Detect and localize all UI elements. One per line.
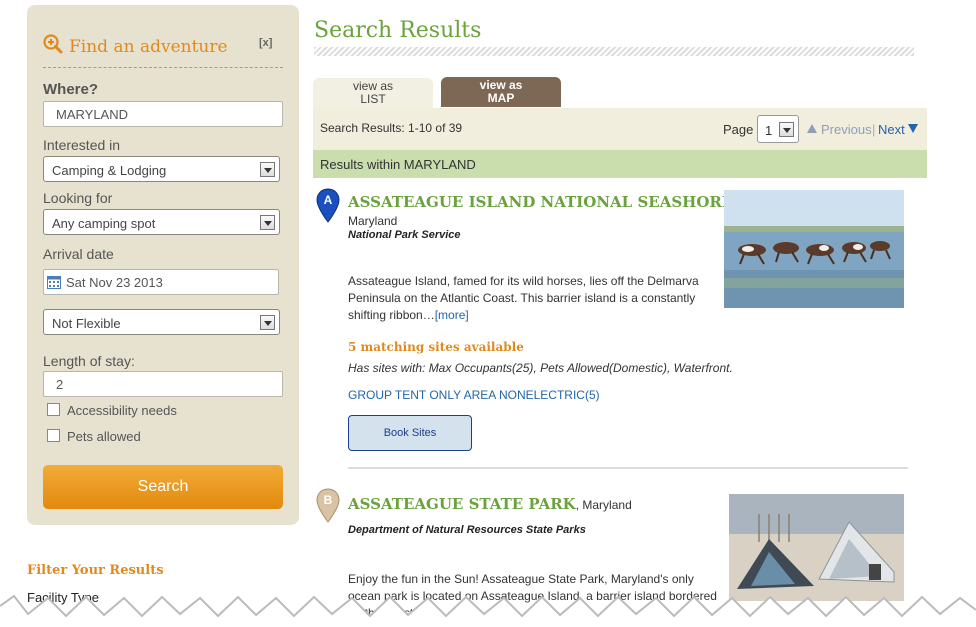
arrival-date-value: Sat Nov 23 2013 — [66, 275, 163, 290]
chevron-down-icon — [260, 215, 275, 230]
chevron-down-icon — [260, 315, 275, 330]
looking-select-value: Any camping spot — [52, 216, 156, 231]
result-photo-tents[interactable] — [729, 494, 904, 601]
torn-page-edge — [0, 594, 976, 627]
result-title-text[interactable]: ASSATEAGUE ISLAND NATIONAL SEASHORE — [348, 193, 733, 211]
site-type-link[interactable]: GROUP TENT ONLY AREA NONELECTRIC(5) — [348, 388, 600, 402]
result-description: Assateague Island, famed for its wild ho… — [348, 273, 716, 324]
more-link[interactable]: [more] — [435, 308, 469, 322]
book-sites-button[interactable]: Book Sites — [348, 415, 472, 451]
title-divider — [43, 67, 283, 68]
interested-select[interactable]: Camping & Lodging — [43, 156, 280, 182]
result-divider — [348, 467, 908, 469]
marker-letter: B — [324, 493, 333, 507]
result-title-link[interactable]: ASSATEAGUE STATE PARK — [348, 495, 576, 513]
chevron-down-icon — [779, 122, 794, 137]
result-title-row: ASSATEAGUE STATE PARK, Maryland — [348, 495, 632, 514]
result-photo-horses[interactable] — [724, 190, 904, 308]
page-select-value: 1 — [765, 123, 773, 138]
map-marker-b-icon[interactable]: B — [316, 488, 340, 524]
flexibility-select-value: Not Flexible — [52, 316, 121, 331]
filter-results-title: Filter Your Results — [27, 563, 164, 578]
result-state: , Maryland — [575, 498, 632, 512]
search-button[interactable]: Search — [43, 465, 283, 509]
previous-link[interactable]: Previous — [821, 122, 872, 137]
zoom-in-icon — [43, 34, 63, 54]
page-select[interactable]: 1 — [757, 115, 799, 143]
interested-label: Interested in — [43, 137, 121, 153]
find-adventure-title: Find an adventure — [69, 37, 228, 57]
arrow-up-icon[interactable] — [807, 124, 817, 133]
tab-map-line2: MAP — [487, 91, 515, 105]
flexibility-select[interactable]: Not Flexible — [43, 309, 280, 335]
where-input[interactable]: MARYLAND — [43, 101, 283, 127]
result-title-link[interactable]: ASSATEAGUE ISLAND NATIONAL SEASHORE, — [348, 193, 737, 211]
accessibility-label: Accessibility needs — [67, 403, 177, 418]
result-description-text: Assateague Island, famed for its wild ho… — [348, 274, 699, 322]
results-within-text: Results within MARYLAND — [320, 157, 476, 172]
site-features: Has sites with: Max Occupants(25), Pets … — [348, 361, 733, 375]
chevron-down-icon — [260, 162, 275, 177]
arrival-label: Arrival date — [43, 246, 114, 262]
pets-label: Pets allowed — [67, 429, 141, 444]
calendar-icon[interactable] — [47, 275, 61, 289]
tab-view-map[interactable]: view as MAP — [441, 77, 561, 107]
pets-checkbox[interactable] — [47, 429, 60, 442]
length-label: Length of stay: — [43, 353, 135, 369]
page-title: Search Results — [314, 18, 482, 43]
arrow-down-icon[interactable] — [908, 124, 918, 133]
marker-letter: A — [324, 193, 333, 207]
close-sidebar-button[interactable]: [x] — [259, 37, 272, 49]
next-link[interactable]: Next — [878, 122, 905, 137]
where-label: Where? — [43, 81, 99, 98]
looking-label: Looking for — [43, 190, 113, 206]
interested-select-value: Camping & Lodging — [52, 163, 167, 178]
tab-list-line2: LIST — [360, 92, 386, 106]
result-agency: National Park Service — [348, 229, 461, 241]
page-label: Page — [723, 122, 754, 137]
matching-sites-count: 5 matching sites available — [348, 340, 524, 354]
tab-view-list[interactable]: view as LIST — [313, 78, 433, 108]
looking-select[interactable]: Any camping spot — [43, 209, 280, 235]
accessibility-checkbox[interactable] — [47, 403, 60, 416]
pager-separator: | — [872, 122, 876, 137]
length-of-stay-input[interactable]: 2 — [43, 371, 283, 397]
heading-underline — [314, 47, 914, 56]
result-count: Search Results: 1-10 of 39 — [320, 121, 463, 135]
result-agency: Department of Natural Resources State Pa… — [348, 524, 586, 536]
result-state: Maryland — [348, 214, 398, 228]
map-marker-a-icon[interactable]: A — [316, 188, 340, 224]
arrival-date-input[interactable]: Sat Nov 23 2013 — [43, 269, 279, 295]
